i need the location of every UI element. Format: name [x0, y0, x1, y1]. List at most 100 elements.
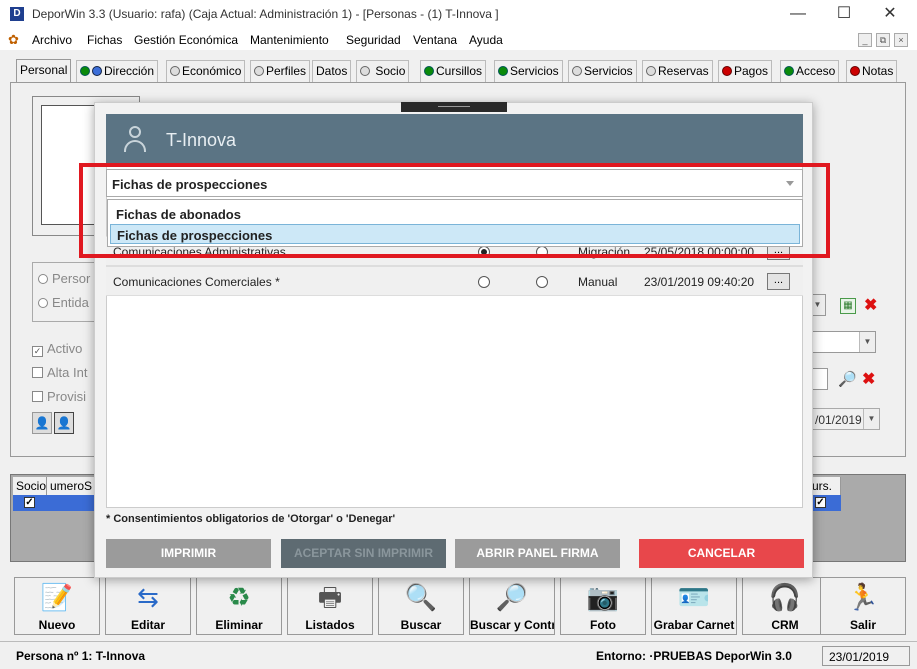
add-grid-icon[interactable]: ▦ [840, 298, 856, 314]
imprimir-button[interactable]: IMPRIMIR [106, 539, 271, 568]
status-green-icon [784, 66, 794, 76]
clear-x-icon[interactable]: ✖ [862, 369, 875, 389]
status-bar: Persona nº 1: T-Innova Entorno: ·PRUEBAS… [0, 641, 917, 669]
modal-title: T-Innova [166, 130, 237, 150]
menu-archivo[interactable]: Archivo [32, 33, 72, 47]
menu-logo-icon: ✿ [8, 32, 19, 47]
grabar-carnet-button[interactable]: 🪪 Grabar Carnet [651, 577, 737, 635]
status-date: 23/01/2019 [822, 646, 910, 666]
person-icon: 👤 [34, 416, 50, 430]
tab-direccion[interactable]: Dirección [76, 60, 159, 82]
status-grey-icon [170, 66, 180, 76]
tab-cursillos[interactable]: Cursillos [420, 60, 487, 82]
buscar-button[interactable]: 🔍 Buscar [378, 577, 464, 635]
buscar-y-contr-button[interactable]: 🔎 Buscar y Contr [469, 577, 555, 635]
status-green-icon [80, 66, 90, 76]
nuevo-button[interactable]: 📝 Nuevo [14, 577, 100, 635]
drag-handle[interactable] [401, 102, 507, 112]
tab-notas[interactable]: Notas [846, 60, 898, 82]
radio-persona[interactable]: Persor [38, 271, 90, 286]
running-man-icon: 🏃 [846, 582, 880, 612]
id-card-icon: 🪪 [677, 582, 711, 612]
grip-icon [438, 106, 470, 107]
modal-header: T-Innova [106, 114, 803, 166]
status-environment: Entorno: ·PRUEBAS DeporWin 3.0 [596, 649, 792, 663]
cancelar-button[interactable]: CANCELAR [639, 539, 804, 568]
date-field[interactable]: /01/2019 ▼ [810, 408, 880, 430]
bottom-toolbar: 📝 Nuevo ⇆ Editar ♻ Eliminar 🖶 Listados 🔍 Busc… [10, 577, 906, 635]
chevron-down-icon: ▼ [859, 332, 875, 352]
consent-label: Comunicaciones Comerciales * [113, 275, 280, 289]
tab-personal[interactable]: Personal [16, 59, 72, 83]
check-provisional[interactable]: Provisi [32, 389, 86, 404]
maximize-button[interactable]: ☐ [822, 3, 866, 27]
close-window-button[interactable]: ✕ [868, 3, 912, 27]
more-button[interactable]: ... [767, 273, 790, 290]
editar-button[interactable]: ⇆ Editar [105, 577, 191, 635]
minimize-button[interactable]: — [776, 3, 820, 27]
delete-x-icon[interactable]: ✖ [864, 295, 877, 315]
denegar-radio[interactable] [536, 276, 548, 288]
grid-checkbox-icon[interactable]: ✓ [24, 497, 35, 508]
checkbox-icon [32, 391, 43, 402]
radio-entidad[interactable]: Entida [38, 295, 89, 310]
person-check-icon-button[interactable]: 👤 [54, 412, 74, 434]
mdi-close-button[interactable]: × [894, 33, 908, 47]
checkbox-icon: ✓ [32, 346, 43, 357]
check-alta[interactable]: Alta Int [32, 365, 87, 380]
search-icon[interactable]: 🔎 [838, 370, 857, 388]
mdi-restore-button[interactable]: ⧉ [876, 33, 890, 47]
status-grey-icon [360, 66, 370, 76]
status-grey-icon [646, 66, 656, 76]
tab-economico[interactable]: Económico [166, 60, 246, 82]
status-person: Persona nº 1: T-Innova [16, 649, 146, 663]
status-grey-icon [254, 66, 264, 76]
menu-ventana[interactable]: Ventana [413, 33, 457, 47]
menu-gestion-economica[interactable]: Gestión Económica [134, 33, 238, 47]
person-check-icon: 👤 [56, 416, 72, 430]
checkbox-icon [32, 367, 43, 378]
right-combo-2[interactable]: ▼ [810, 331, 876, 353]
consent-date: 23/01/2019 09:40:20 [644, 275, 755, 289]
printer-icon: 🖶 [317, 582, 343, 612]
mdi-minimize-button[interactable]: _ [858, 33, 872, 47]
menu-fichas[interactable]: Fichas [87, 33, 122, 47]
person-icon-button[interactable]: 👤 [32, 412, 52, 434]
aceptar-sin-imprimir-button[interactable]: ACEPTAR SIN IMPRIMIR [281, 539, 446, 568]
check-activo[interactable]: ✓ Activo [32, 341, 82, 357]
new-document-icon: 📝 [40, 582, 74, 612]
tab-servicios-2[interactable]: Servicios [568, 60, 637, 82]
menu-mantenimiento[interactable]: Mantenimiento [250, 33, 329, 47]
abrir-panel-firma-button[interactable]: ABRIR PANEL FIRMA [455, 539, 620, 568]
menu-seguridad[interactable]: Seguridad [346, 33, 401, 47]
consent-origin: Manual [578, 275, 618, 289]
eliminar-button[interactable]: ♻ Eliminar [196, 577, 282, 635]
tab-datos[interactable]: Datos [312, 60, 352, 82]
user-icon [124, 126, 146, 152]
grid-header-socio[interactable]: Socio [13, 477, 47, 495]
otorgar-radio[interactable] [478, 276, 490, 288]
status-red-icon [850, 66, 860, 76]
foto-button[interactable]: 📷 Foto [560, 577, 646, 635]
menu-bar: ✿ Archivo Fichas Gestión Económica Mante… [0, 30, 917, 50]
status-green-icon [424, 66, 434, 76]
highlight-annotation [79, 163, 830, 258]
refresh-arrows-icon: ⇆ [137, 582, 159, 612]
tab-socio[interactable]: Socio [356, 60, 410, 82]
title-bar: D DeporWin 3.3 (Usuario: rafa) (Caja Act… [0, 0, 917, 30]
tab-pagos[interactable]: Pagos [718, 60, 773, 82]
consent-row[interactable]: Comunicaciones Comerciales * Manual 23/0… [106, 266, 803, 296]
salir-button[interactable]: 🏃 Salir [820, 577, 906, 635]
listados-button[interactable]: 🖶 Listados [287, 577, 373, 635]
menu-ayuda[interactable]: Ayuda [469, 33, 503, 47]
grid-header-curs[interactable]: urs. [809, 477, 841, 495]
tab-acceso[interactable]: Acceso [780, 60, 840, 82]
grid-checkbox-icon[interactable]: ✓ [815, 497, 826, 508]
tab-reservas[interactable]: Reservas [642, 60, 713, 82]
tab-perfiles[interactable]: Perfiles [250, 60, 311, 82]
grid-header-numero[interactable]: umeroS [47, 477, 99, 495]
status-green-icon [498, 66, 508, 76]
chevron-down-icon: ▼ [863, 409, 879, 429]
tab-servicios-1[interactable]: Servicios [494, 60, 563, 82]
crm-button[interactable]: 🎧 CRM [742, 577, 828, 635]
